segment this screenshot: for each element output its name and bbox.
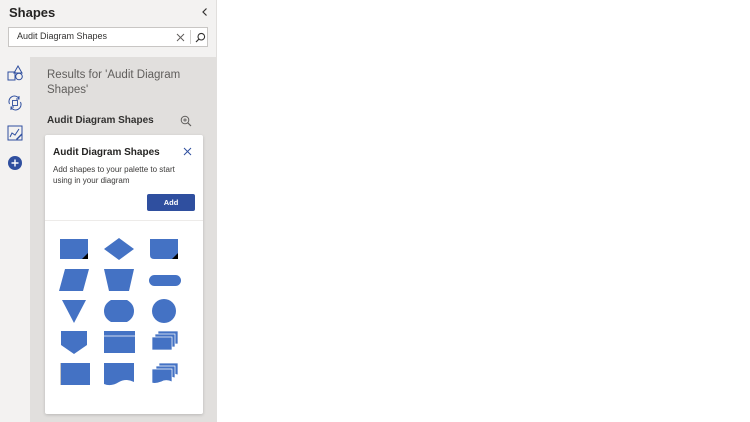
zoom-in-icon[interactable] — [179, 114, 193, 128]
close-icon[interactable] — [174, 31, 186, 43]
multi-document-curve-shape[interactable] — [147, 362, 181, 388]
close-icon[interactable] — [181, 145, 193, 157]
terminator-shape[interactable] — [147, 268, 181, 294]
internal-storage-shape[interactable] — [102, 330, 136, 356]
stencil-rail — [0, 57, 31, 422]
stencil-preview-card: Audit Diagram Shapes Add shapes to your … — [45, 135, 203, 414]
search-input[interactable]: Audit Diagram Shapes — [17, 31, 107, 41]
add-button[interactable]: Add — [147, 194, 195, 211]
card-title: Audit Diagram Shapes — [53, 147, 160, 158]
add-circle-icon[interactable] — [5, 153, 25, 173]
manual-operation-shape[interactable] — [102, 268, 136, 294]
stencil-result-name[interactable]: Audit Diagram Shapes — [47, 115, 154, 126]
decision-shape[interactable] — [102, 237, 136, 263]
data-shape[interactable] — [57, 268, 91, 294]
search-separator — [190, 30, 191, 44]
process-shape[interactable] — [57, 237, 91, 263]
pane-title: Shapes — [9, 5, 56, 20]
card-description: Add shapes to your palette to start usin… — [53, 165, 175, 185]
results-title: Results for 'Audit Diagram Shapes' — [47, 69, 181, 96]
connector-shape[interactable] — [147, 299, 181, 325]
search-box: Audit Diagram Shapes — [8, 27, 208, 47]
pane-header: Shapes Audit Diagram Shapes — [0, 0, 216, 57]
multiple-documents-shape[interactable] — [147, 330, 181, 356]
shapes-icon[interactable] — [5, 63, 25, 83]
merge-shape[interactable] — [57, 299, 91, 325]
bordered-process-shape[interactable] — [57, 362, 91, 388]
chevron-left-icon[interactable] — [198, 5, 212, 19]
off-page-reference-shape[interactable] — [57, 330, 91, 356]
shape-grid — [45, 221, 203, 411]
pencil-board-icon[interactable] — [5, 123, 25, 143]
display-shape[interactable] — [102, 299, 136, 325]
document-curve-shape[interactable] — [102, 362, 136, 388]
refresh-icon[interactable] — [5, 93, 25, 113]
document-shape[interactable] — [147, 237, 181, 263]
search-icon[interactable] — [194, 30, 207, 44]
